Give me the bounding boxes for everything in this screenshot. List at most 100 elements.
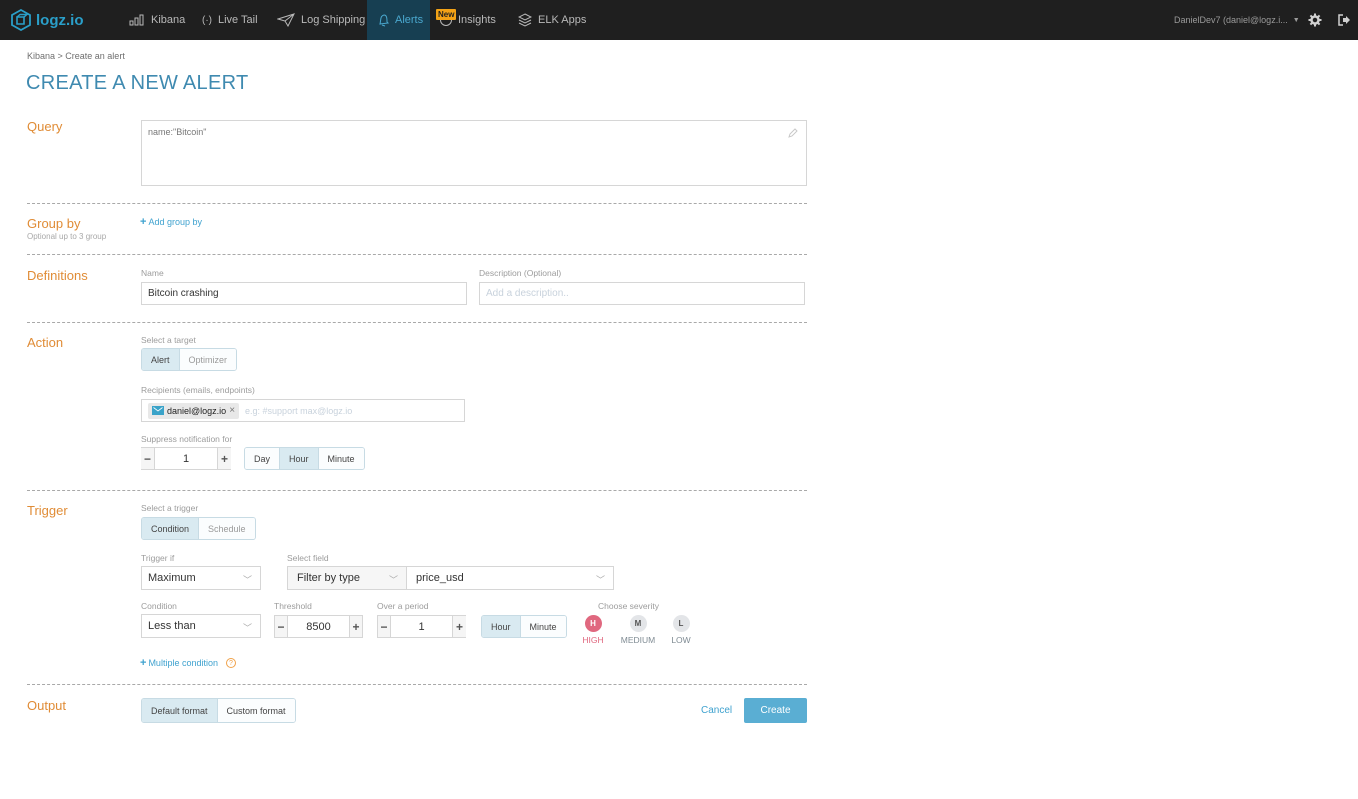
- filter-by-type-select[interactable]: Filter by type ﹀: [287, 566, 407, 590]
- target-toggle: Alert Optimizer: [141, 348, 238, 371]
- section-divider: [27, 490, 807, 491]
- breadcrumb[interactable]: Kibana > Create an alert: [27, 51, 125, 61]
- suppress-unit-minute[interactable]: Minute: [317, 448, 364, 469]
- cancel-button[interactable]: Cancel: [701, 705, 732, 716]
- condition-label: Condition: [141, 601, 177, 611]
- suppress-unit-hour[interactable]: Hour: [279, 448, 318, 469]
- period-decrement-button[interactable]: −: [377, 616, 391, 637]
- field-select[interactable]: price_usd ﹀: [406, 566, 614, 590]
- suppress-unit-day[interactable]: Day: [245, 448, 280, 469]
- condition-select[interactable]: Less than ﹀: [141, 614, 261, 638]
- filter-by-type-value: Filter by type: [297, 572, 360, 584]
- threshold-stepper: − 8500 +: [274, 615, 363, 638]
- multiple-condition-link[interactable]: + Multiple condition ?: [140, 657, 236, 669]
- target-optimizer-option[interactable]: Optimizer: [178, 349, 237, 370]
- suppress-increment-button[interactable]: +: [217, 448, 231, 469]
- logo-text: logz.io: [36, 11, 84, 29]
- logo-cube-icon: [11, 9, 31, 31]
- trigger-schedule-option[interactable]: Schedule: [198, 518, 255, 539]
- layers-icon: [518, 13, 532, 27]
- section-title-definitions: Definitions: [27, 268, 88, 283]
- create-button[interactable]: Create: [744, 698, 807, 723]
- query-value: name:"Bitcoin": [148, 127, 207, 137]
- nav-insights-label: Insights: [458, 14, 496, 26]
- recipients-label: Recipients (emails, endpoints): [141, 385, 255, 395]
- suppress-decrement-button[interactable]: −: [141, 448, 155, 469]
- nav-elk-apps[interactable]: ELK Apps: [508, 0, 596, 40]
- recipients-input[interactable]: daniel@logz.io × e.g: #support max@logz.…: [141, 399, 465, 422]
- period-unit-minute[interactable]: Minute: [519, 616, 566, 637]
- caret-down-icon: ▼: [1292, 16, 1300, 24]
- nav-kibana[interactable]: Kibana: [119, 0, 195, 40]
- section-title-query: Query: [27, 119, 63, 134]
- threshold-label: Threshold: [274, 601, 312, 611]
- custom-format-option[interactable]: Custom format: [216, 699, 295, 722]
- threshold-decrement-button[interactable]: −: [274, 616, 288, 637]
- trigger-if-select[interactable]: Maximum ﹀: [141, 566, 261, 590]
- nav-live-tail-label: Live Tail: [218, 14, 258, 26]
- user-label: DanielDev7 (daniel@logz.i...: [1174, 15, 1288, 25]
- period-unit-toggle: Hour Minute: [481, 615, 567, 638]
- target-label: Select a target: [141, 335, 196, 345]
- section-divider: [27, 203, 807, 204]
- suppress-stepper: − 1 +: [141, 447, 231, 470]
- help-icon[interactable]: ?: [225, 658, 236, 668]
- nav-alerts[interactable]: Alerts: [367, 0, 430, 40]
- trigger-type-label: Select a trigger: [141, 503, 199, 513]
- output-format-toggle: Default format Custom format: [141, 698, 296, 723]
- nav-insights[interactable]: New Insights: [430, 0, 506, 40]
- plus-icon: +: [140, 657, 147, 669]
- severity-medium[interactable]: M MEDIUM: [619, 615, 657, 645]
- trigger-type-toggle: Condition Schedule: [141, 517, 256, 540]
- severity-medium-circle: M: [629, 615, 647, 632]
- severity-high-circle: H: [584, 615, 602, 632]
- threshold-value[interactable]: 8500: [288, 616, 349, 637]
- severity-high-label: HIGH: [582, 635, 604, 645]
- target-alert-option[interactable]: Alert: [142, 349, 179, 370]
- create-label: Create: [760, 705, 791, 716]
- nav-alerts-label: Alerts: [395, 14, 424, 26]
- top-navbar: logz.io Kibana (·) Live Tail Log Shippin…: [0, 0, 1358, 40]
- gear-icon[interactable]: [1308, 13, 1322, 27]
- bar-chart-icon: [129, 14, 144, 26]
- trigger-condition-option[interactable]: Condition: [142, 518, 199, 539]
- user-menu[interactable]: DanielDev7 (daniel@logz.i... ▼: [1174, 0, 1300, 40]
- suppress-unit-toggle: Day Hour Minute: [244, 447, 365, 470]
- section-title-trigger: Trigger: [27, 503, 68, 518]
- page-title: CREATE A NEW ALERT: [26, 72, 249, 94]
- pencil-icon[interactable]: [788, 128, 798, 138]
- period-value[interactable]: 1: [391, 616, 452, 637]
- description-placeholder: Add a description..: [486, 288, 569, 299]
- cancel-label: Cancel: [701, 705, 733, 716]
- description-input[interactable]: Add a description..: [479, 282, 805, 305]
- section-title-action: Action: [27, 335, 64, 350]
- paper-plane-icon: [277, 13, 295, 27]
- severity-high[interactable]: H HIGH: [582, 615, 604, 645]
- period-increment-button[interactable]: +: [452, 616, 466, 637]
- nav-log-shipping[interactable]: Log Shipping: [267, 0, 375, 40]
- remove-recipient-icon[interactable]: ×: [229, 405, 235, 416]
- nav-live-tail[interactable]: (·) Live Tail: [192, 0, 268, 40]
- logo[interactable]: logz.io: [10, 9, 84, 31]
- logout-icon[interactable]: [1337, 13, 1351, 27]
- field-value: price_usd: [416, 572, 464, 584]
- chevron-down-icon: ﹀: [242, 623, 252, 633]
- suppress-value[interactable]: 1: [155, 448, 217, 469]
- recipient-email: daniel@logz.io: [167, 405, 227, 416]
- name-label: Name: [141, 268, 164, 278]
- threshold-increment-button[interactable]: +: [349, 616, 363, 637]
- group-by-subtitle: Optional up to 3 group: [27, 232, 107, 241]
- period-unit-hour[interactable]: Hour: [482, 616, 520, 637]
- recipients-placeholder: e.g: #support max@logz.io: [245, 405, 353, 416]
- select-field-label: Select field: [287, 553, 329, 563]
- severity-label: Choose severity: [598, 601, 659, 611]
- chevron-down-icon: ﹀: [388, 575, 398, 585]
- severity-low[interactable]: L LOW: [670, 615, 692, 645]
- plus-icon: +: [140, 216, 147, 228]
- query-input[interactable]: name:"Bitcoin": [141, 120, 807, 186]
- add-group-by-link[interactable]: + Add group by: [140, 216, 202, 228]
- nav-elk-apps-label: ELK Apps: [538, 14, 587, 26]
- nav-kibana-label: Kibana: [151, 14, 186, 26]
- name-input[interactable]: Bitcoin crashing: [141, 282, 467, 305]
- default-format-option[interactable]: Default format: [142, 699, 217, 722]
